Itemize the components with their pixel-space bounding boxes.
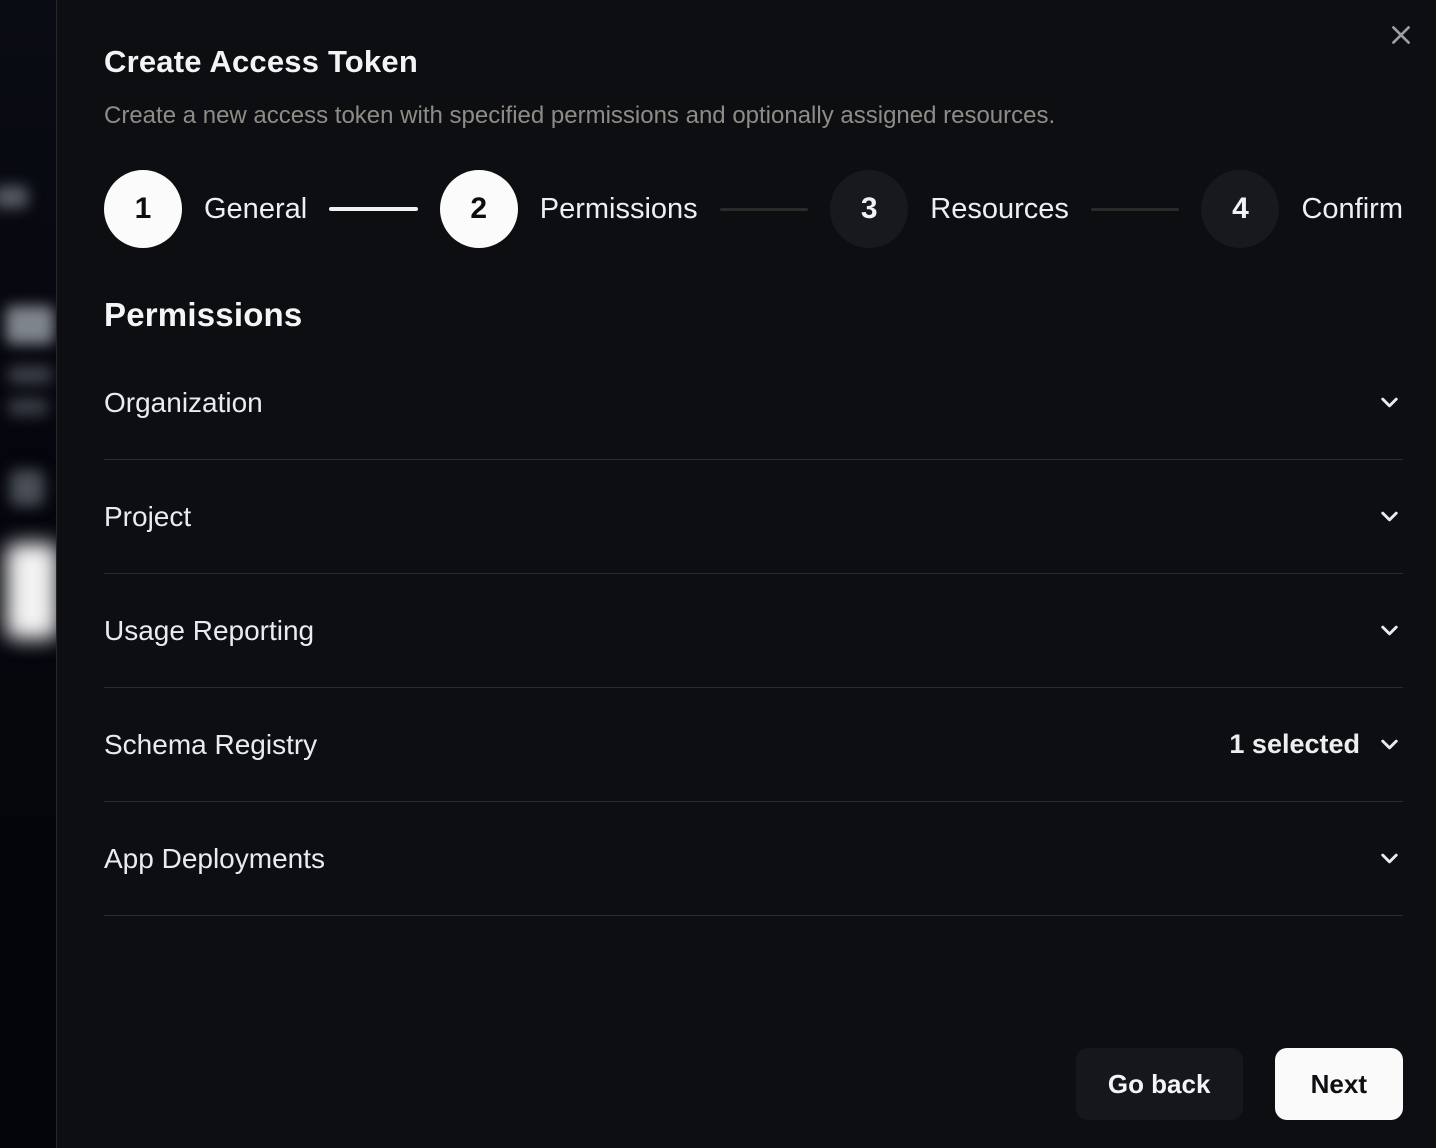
- accordion-row-label: Schema Registry: [104, 729, 317, 761]
- blurred-background-item: [8, 398, 48, 416]
- accordion-row-usage-reporting[interactable]: Usage Reporting: [104, 574, 1403, 688]
- step-permissions[interactable]: 2 Permissions: [440, 170, 698, 248]
- accordion-row-label: App Deployments: [104, 843, 325, 875]
- accordion-row-project[interactable]: Project: [104, 460, 1403, 574]
- step-resources[interactable]: 3 Resources: [830, 170, 1069, 248]
- accordion-row-app-deployments[interactable]: App Deployments: [104, 802, 1403, 916]
- selection-count-badge: 1 selected: [1229, 729, 1360, 760]
- step-label: Resources: [930, 193, 1069, 226]
- create-access-token-modal: Create Access Token Create a new access …: [56, 0, 1436, 1148]
- step-number-badge: 3: [830, 170, 908, 248]
- chevron-down-icon: [1376, 503, 1403, 530]
- chevron-down-icon: [1376, 845, 1403, 872]
- background-page-sliver: [0, 0, 56, 1148]
- step-label: Permissions: [540, 193, 698, 226]
- chevron-down-icon: [1376, 731, 1403, 758]
- blurred-background-icon: [10, 470, 44, 506]
- chevron-down-icon: [1376, 389, 1403, 416]
- chevron-down-icon: [1376, 617, 1403, 644]
- next-button[interactable]: Next: [1275, 1048, 1403, 1120]
- blurred-background-item: [8, 366, 52, 384]
- permissions-heading: Permissions: [104, 296, 1403, 334]
- accordion-row-schema-registry[interactable]: Schema Registry 1 selected: [104, 688, 1403, 802]
- step-number-badge: 2: [440, 170, 518, 248]
- wizard-stepper: 1 General 2 Permissions 3 Resources 4 Co…: [104, 170, 1403, 248]
- step-general[interactable]: 1 General: [104, 170, 307, 248]
- accordion-row-label: Organization: [104, 387, 263, 419]
- modal-subtitle: Create a new access token with specified…: [104, 102, 1403, 130]
- close-icon: [1388, 22, 1414, 48]
- step-label: Confirm: [1301, 193, 1403, 226]
- step-confirm[interactable]: 4 Confirm: [1201, 170, 1403, 248]
- step-connector: [329, 207, 418, 211]
- step-number-badge: 4: [1201, 170, 1279, 248]
- close-button[interactable]: [1386, 20, 1416, 50]
- blurred-background-item: [6, 306, 54, 344]
- blurred-background-card: [6, 543, 58, 639]
- step-number-badge: 1: [104, 170, 182, 248]
- step-label: General: [204, 193, 307, 226]
- accordion-row-organization[interactable]: Organization: [104, 346, 1403, 460]
- accordion-row-label: Project: [104, 501, 191, 533]
- accordion-row-label: Usage Reporting: [104, 615, 314, 647]
- step-connector: [1091, 208, 1180, 211]
- modal-title: Create Access Token: [104, 44, 1403, 80]
- step-connector: [720, 208, 809, 211]
- go-back-button[interactable]: Go back: [1076, 1048, 1243, 1120]
- modal-footer: Go back Next: [1076, 1048, 1403, 1120]
- blurred-background-item: [0, 186, 28, 208]
- permissions-accordion: Organization Project Usage Reporting: [104, 346, 1403, 916]
